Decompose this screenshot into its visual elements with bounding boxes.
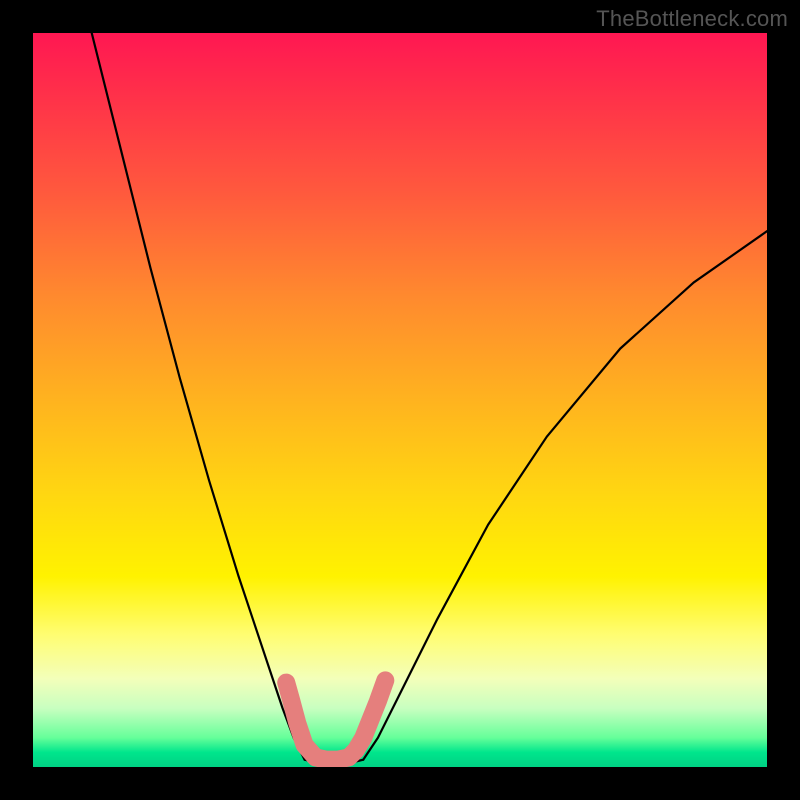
chart-svg	[33, 33, 767, 767]
series-group	[92, 33, 767, 763]
outer-frame: TheBottleneck.com	[0, 0, 800, 800]
watermark-text: TheBottleneck.com	[596, 6, 788, 32]
series-left-curve	[92, 33, 305, 760]
chart-area	[33, 33, 767, 767]
series-right-curve	[363, 231, 767, 759]
